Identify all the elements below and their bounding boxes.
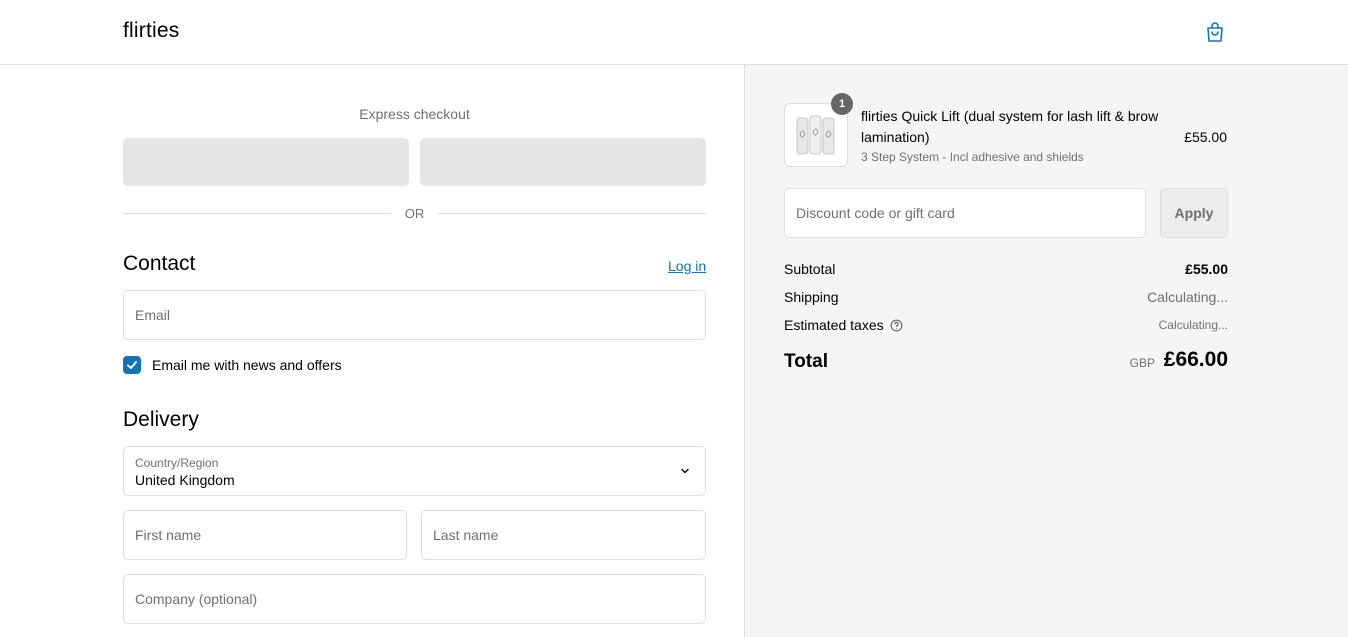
company-input[interactable] — [124, 575, 705, 623]
express-pay-button-2[interactable] — [420, 138, 706, 186]
shipping-label: Shipping — [784, 289, 839, 305]
total-label: Total — [784, 351, 828, 372]
news-opt-in[interactable]: Email me with news and offers — [123, 355, 342, 375]
taxes-row: Estimated taxes Calculating... — [784, 317, 1228, 337]
email-input[interactable] — [124, 291, 705, 339]
checkout-header: flirties — [0, 0, 1348, 65]
checkmark-icon — [127, 361, 137, 369]
order-summary: 1 flirties Quick Lift (dual system for l… — [744, 65, 1348, 637]
taxes-value: Calculating... — [1158, 318, 1228, 332]
log-in-link[interactable]: Log in — [668, 258, 706, 274]
divider-line — [438, 213, 706, 214]
taxes-label-wrap: Estimated taxes — [784, 317, 903, 333]
taxes-label: Estimated taxes — [784, 317, 884, 333]
quantity-badge: 1 — [831, 93, 853, 115]
or-divider: OR — [123, 205, 706, 223]
subtotal-row: Subtotal £55.00 — [784, 261, 1228, 281]
country-region-value: United Kingdom — [135, 472, 235, 488]
news-checkbox[interactable] — [123, 356, 141, 374]
first-name-input[interactable] — [124, 511, 406, 559]
subtotal-value: £55.00 — [1185, 261, 1228, 277]
shipping-value: Calculating... — [1147, 289, 1228, 305]
company-field[interactable] — [123, 574, 706, 624]
express-pay-button-1[interactable] — [123, 138, 409, 186]
last-name-field[interactable] — [421, 510, 706, 560]
total-currency: GBP — [1129, 356, 1155, 370]
chevron-down-icon — [681, 468, 689, 474]
discount-field[interactable] — [784, 188, 1146, 238]
shipping-row: Shipping Calculating... — [784, 289, 1228, 309]
product-variant: 3 Step System - Incl adhesive and shield… — [861, 150, 1084, 164]
total-row: Total GBP £66.00 — [784, 348, 1228, 376]
help-circle-icon[interactable] — [890, 319, 903, 332]
store-logo[interactable]: flirties — [123, 19, 179, 43]
express-checkout-title: Express checkout — [359, 106, 470, 122]
apply-discount-button[interactable]: Apply — [1160, 188, 1228, 238]
country-region-label: Country/Region — [135, 456, 219, 470]
country-region-select[interactable]: Country/Region United Kingdom — [123, 446, 706, 496]
checkout-form: Express checkout OR Contact Log in Email… — [0, 65, 744, 637]
delivery-heading: Delivery — [123, 408, 199, 431]
product-price: £55.00 — [1184, 129, 1227, 145]
subtotal-label: Subtotal — [784, 261, 836, 277]
news-checkbox-label: Email me with news and offers — [152, 357, 342, 373]
product-thumbnail: 1 — [784, 93, 853, 167]
last-name-input[interactable] — [422, 511, 705, 559]
first-name-field[interactable] — [123, 510, 407, 560]
total-amount: £66.00 — [1163, 348, 1228, 371]
product-name: flirties Quick Lift (dual system for las… — [861, 108, 1159, 145]
discount-input[interactable] — [785, 189, 1145, 237]
shopping-bag-icon[interactable] — [1203, 20, 1227, 44]
contact-heading: Contact — [123, 252, 196, 275]
email-field[interactable] — [123, 290, 706, 340]
